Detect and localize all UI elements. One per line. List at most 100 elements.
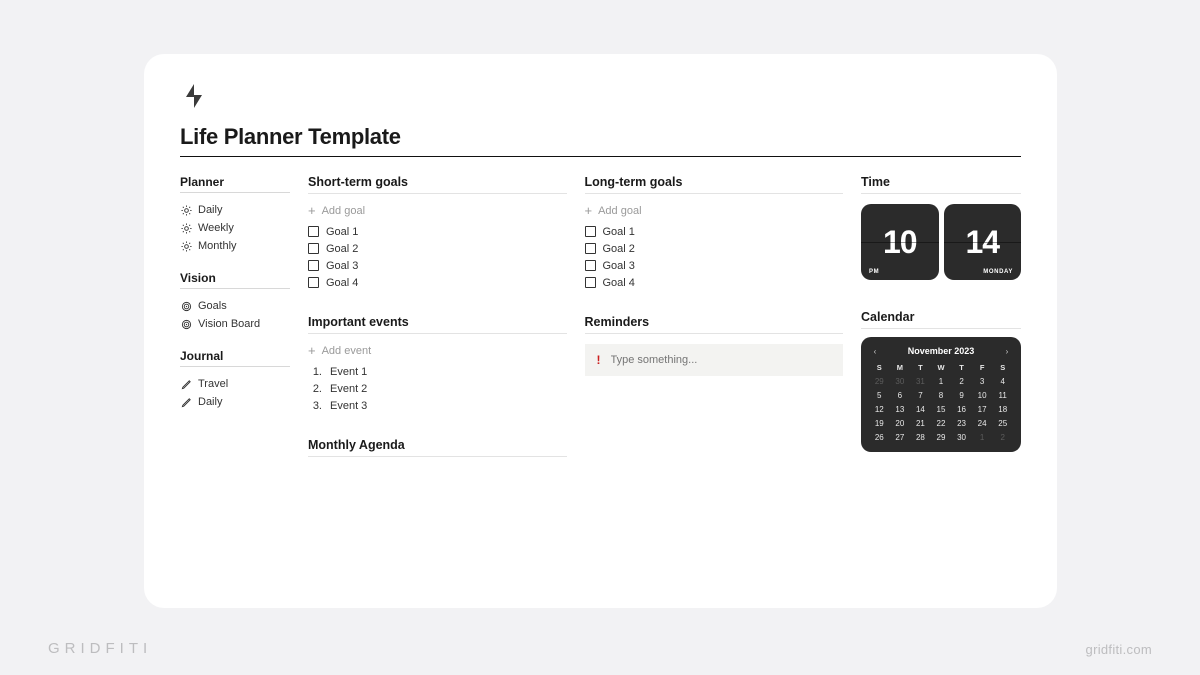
calendar-day[interactable]: 18 bbox=[992, 405, 1013, 414]
sidebar-item-vision-board[interactable]: Vision Board bbox=[180, 315, 290, 333]
clock-minute-tile: 14 MONDAY bbox=[944, 204, 1022, 280]
calendar-day[interactable]: 11 bbox=[992, 391, 1013, 400]
goal-item[interactable]: Goal 1 bbox=[308, 223, 567, 240]
calendar-day[interactable]: 25 bbox=[992, 419, 1013, 428]
add-goal-button[interactable]: + Add goal bbox=[308, 200, 567, 223]
calendar-day[interactable]: 23 bbox=[951, 419, 972, 428]
sidebar-item-travel[interactable]: Travel bbox=[180, 375, 290, 393]
time-block: Time 10 PM 14 MONDAY bbox=[861, 175, 1021, 280]
calendar-day[interactable]: 10 bbox=[972, 391, 993, 400]
calendar-day[interactable]: 16 bbox=[951, 405, 972, 414]
sidebar-section-vision: Vision Goals Vision Board bbox=[180, 271, 290, 333]
calendar-day-muted[interactable]: 1 bbox=[972, 433, 993, 442]
calendar-day[interactable]: 9 bbox=[951, 391, 972, 400]
column-long-goals: Long-term goals + Add goal Goal 1 Goal 2… bbox=[585, 175, 844, 376]
clock-dow: MONDAY bbox=[983, 269, 1013, 275]
add-goal-button[interactable]: + Add goal bbox=[585, 200, 844, 223]
event-item[interactable]: 2.Event 2 bbox=[308, 380, 567, 397]
calendar-day[interactable]: 3 bbox=[972, 377, 993, 386]
calendar-next-button[interactable]: › bbox=[1001, 345, 1013, 357]
pen-icon bbox=[180, 396, 192, 408]
calendar-dow: M bbox=[890, 363, 911, 372]
checkbox[interactable] bbox=[585, 226, 596, 237]
goal-item[interactable]: Goal 4 bbox=[308, 274, 567, 291]
reminder-callout[interactable]: ! bbox=[585, 344, 844, 376]
plus-icon: + bbox=[585, 204, 593, 217]
calendar-day[interactable]: 15 bbox=[931, 405, 952, 414]
event-number: 3. bbox=[308, 400, 322, 412]
calendar-day[interactable]: 24 bbox=[972, 419, 993, 428]
checkbox[interactable] bbox=[308, 243, 319, 254]
event-item[interactable]: 3.Event 3 bbox=[308, 397, 567, 414]
calendar-dow: T bbox=[910, 363, 931, 372]
calendar-dow: S bbox=[869, 363, 890, 372]
sidebar-item-monthly[interactable]: Monthly bbox=[180, 237, 290, 255]
section-heading: Monthly Agenda bbox=[308, 438, 567, 457]
calendar-day[interactable]: 14 bbox=[910, 405, 931, 414]
goal-item[interactable]: Goal 3 bbox=[308, 257, 567, 274]
calendar-day[interactable]: 19 bbox=[869, 419, 890, 428]
event-item[interactable]: 1.Event 1 bbox=[308, 363, 567, 380]
calendar-day[interactable]: 17 bbox=[972, 405, 993, 414]
sidebar-item-goals[interactable]: Goals bbox=[180, 297, 290, 315]
sidebar-item-daily[interactable]: Daily bbox=[180, 201, 290, 219]
sidebar-heading: Planner bbox=[180, 175, 290, 193]
calendar-day[interactable]: 26 bbox=[869, 433, 890, 442]
column-widgets: Time 10 PM 14 MONDAY Calendar ‹ bbox=[861, 175, 1021, 452]
checkbox[interactable] bbox=[585, 277, 596, 288]
checkbox[interactable] bbox=[308, 277, 319, 288]
sun-icon bbox=[180, 240, 192, 252]
goal-item[interactable]: Goal 2 bbox=[585, 240, 844, 257]
checkbox[interactable] bbox=[585, 243, 596, 254]
sidebar-item-label: Goals bbox=[198, 300, 227, 312]
calendar-day[interactable]: 4 bbox=[992, 377, 1013, 386]
goal-label: Goal 1 bbox=[603, 226, 635, 238]
goal-item[interactable]: Goal 2 bbox=[308, 240, 567, 257]
section-heading: Calendar bbox=[861, 310, 1021, 329]
calendar-grid: SMTWTFS293031123456789101112131415161718… bbox=[869, 363, 1013, 442]
sidebar-item-label: Daily bbox=[198, 396, 222, 408]
goal-item[interactable]: Goal 3 bbox=[585, 257, 844, 274]
section-heading: Long-term goals bbox=[585, 175, 844, 194]
goal-label: Goal 4 bbox=[326, 277, 358, 289]
calendar-day[interactable]: 6 bbox=[890, 391, 911, 400]
calendar-day[interactable]: 28 bbox=[910, 433, 931, 442]
calendar-day[interactable]: 29 bbox=[931, 433, 952, 442]
calendar-day-muted[interactable]: 31 bbox=[910, 377, 931, 386]
sidebar-section-planner: Planner Daily Weekly Monthly bbox=[180, 175, 290, 255]
reminder-input[interactable] bbox=[611, 354, 832, 366]
sidebar-item-journal-daily[interactable]: Daily bbox=[180, 393, 290, 411]
goal-item[interactable]: Goal 4 bbox=[585, 274, 844, 291]
goal-label: Goal 1 bbox=[326, 226, 358, 238]
calendar-day[interactable]: 22 bbox=[931, 419, 952, 428]
calendar-month-label: November 2023 bbox=[908, 346, 975, 356]
calendar-day[interactable]: 2 bbox=[951, 377, 972, 386]
calendar-day[interactable]: 7 bbox=[910, 391, 931, 400]
calendar-day[interactable]: 1 bbox=[931, 377, 952, 386]
section-heading: Reminders bbox=[585, 315, 844, 334]
calendar-day[interactable]: 21 bbox=[910, 419, 931, 428]
calendar-prev-button[interactable]: ‹ bbox=[869, 345, 881, 357]
clock-hour-tile: 10 PM bbox=[861, 204, 939, 280]
checkbox[interactable] bbox=[308, 226, 319, 237]
goal-label: Goal 3 bbox=[603, 260, 635, 272]
goal-item[interactable]: Goal 1 bbox=[585, 223, 844, 240]
calendar-day[interactable]: 8 bbox=[931, 391, 952, 400]
calendar-day[interactable]: 13 bbox=[890, 405, 911, 414]
calendar-day[interactable]: 12 bbox=[869, 405, 890, 414]
sidebar-section-journal: Journal Travel Daily bbox=[180, 349, 290, 411]
calendar-day[interactable]: 20 bbox=[890, 419, 911, 428]
target-icon bbox=[180, 300, 192, 312]
reminders-block: Reminders ! bbox=[585, 315, 844, 376]
sidebar-item-weekly[interactable]: Weekly bbox=[180, 219, 290, 237]
calendar-dow: S bbox=[992, 363, 1013, 372]
calendar-day-muted[interactable]: 30 bbox=[890, 377, 911, 386]
calendar-day[interactable]: 5 bbox=[869, 391, 890, 400]
add-event-button[interactable]: + Add event bbox=[308, 340, 567, 363]
calendar-day-muted[interactable]: 29 bbox=[869, 377, 890, 386]
calendar-day[interactable]: 30 bbox=[951, 433, 972, 442]
checkbox[interactable] bbox=[585, 260, 596, 271]
calendar-day[interactable]: 27 bbox=[890, 433, 911, 442]
checkbox[interactable] bbox=[308, 260, 319, 271]
calendar-day-muted[interactable]: 2 bbox=[992, 433, 1013, 442]
